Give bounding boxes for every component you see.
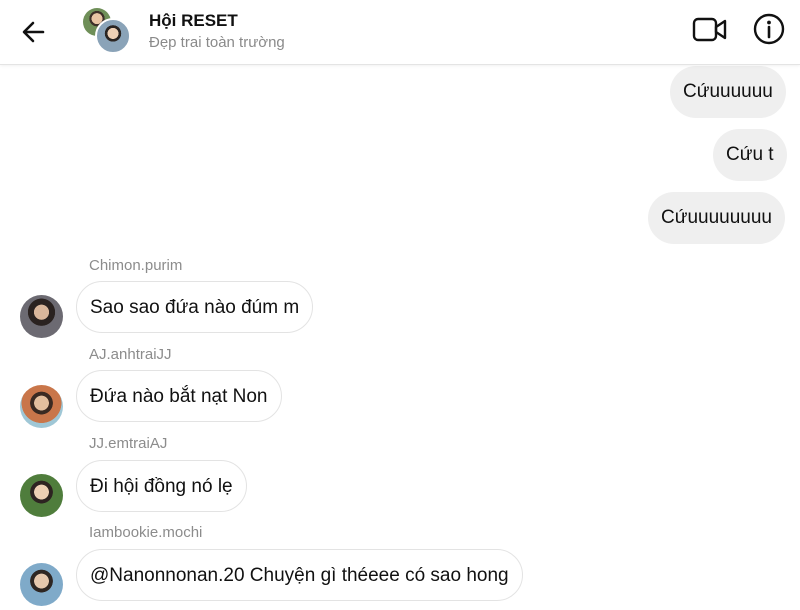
sender-avatar[interactable] [20,563,63,606]
back-button[interactable] [18,16,50,48]
sent-message[interactable]: Cứuuuuuuuu [648,192,785,244]
sender-name: Chimon.purim [89,257,183,274]
sent-message[interactable]: Cứu t [713,129,787,181]
group-avatar[interactable] [83,8,131,54]
info-icon [753,13,785,45]
chat-subtitle: Đẹp trai toàn trường [149,34,285,51]
sent-message[interactable]: Cứuuuuuu [670,66,786,118]
sender-name: JJ.emtraiAJ [89,435,168,452]
sender-avatar[interactable] [20,474,63,517]
chat-title[interactable]: Hội RESET [149,11,238,31]
received-message[interactable]: Đứa nào bắt nạt Non [76,370,282,422]
received-message[interactable]: Sao sao đứa nào đúm m [76,281,314,333]
sender-name: AJ.anhtraiJJ [89,346,172,363]
video-camera-icon [692,17,727,42]
info-button[interactable] [752,12,786,46]
arrow-left-icon [22,21,45,43]
member-avatar [95,18,131,54]
received-message[interactable]: Đi hội đồng nó lẹ [76,460,247,512]
video-call-button[interactable] [692,14,728,46]
sender-avatar[interactable] [20,295,63,338]
received-message[interactable]: @Nanonnonan.20 Chuyện gì théeee có sao h… [76,549,523,601]
sender-avatar[interactable] [20,385,63,428]
chat-header: Hội RESET Đẹp trai toàn trường [0,0,800,65]
sender-name: Iambookie.mochi [89,524,203,541]
